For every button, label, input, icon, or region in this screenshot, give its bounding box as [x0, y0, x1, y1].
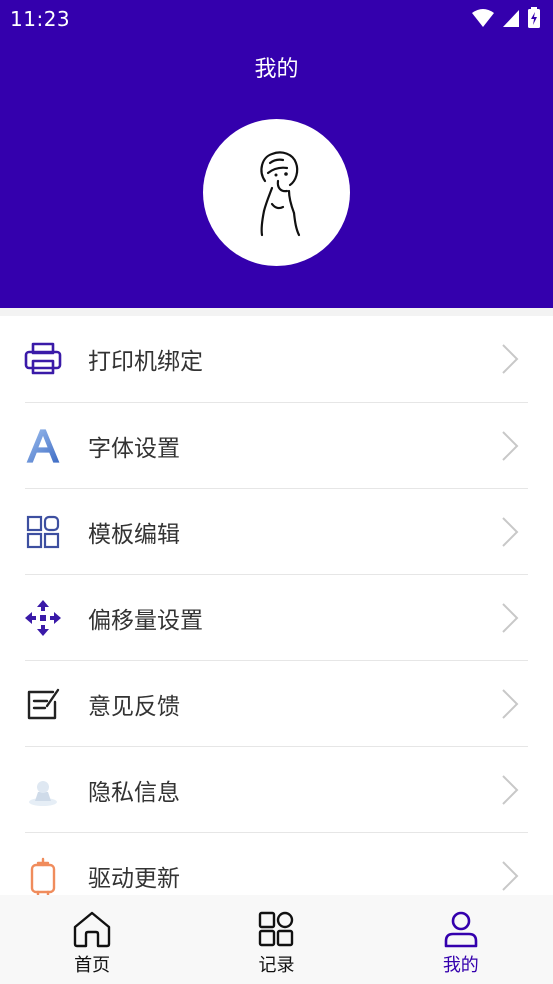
chevron-right-icon	[502, 774, 519, 805]
profile-icon	[441, 909, 481, 949]
signal-icon	[502, 8, 520, 32]
menu-item-feedback[interactable]: 意见反馈	[25, 661, 528, 747]
chevron-right-icon	[502, 861, 519, 891]
privacy-icon	[23, 770, 63, 810]
chevron-right-icon	[502, 602, 519, 633]
chevron-right-icon	[502, 430, 519, 461]
battery-icon	[527, 7, 541, 33]
wifi-icon	[471, 8, 495, 32]
profile-header: 11:23 我的	[0, 0, 553, 308]
printer-icon	[23, 339, 63, 379]
menu-item-label: 字体设置	[88, 435, 180, 462]
menu-item-offset-settings[interactable]: 偏移量设置	[25, 575, 528, 661]
menu-item-template-editing[interactable]: 模板编辑	[25, 489, 528, 575]
avatar-sketch-icon	[242, 141, 312, 245]
nav-label-profile: 我的	[442, 955, 479, 976]
avatar[interactable]	[203, 119, 350, 266]
records-icon	[256, 909, 296, 949]
menu-item-label: 模板编辑	[88, 521, 180, 548]
grid-icon	[23, 512, 63, 552]
nav-label-records: 记录	[258, 955, 295, 976]
chevron-right-icon	[502, 688, 519, 719]
profile-screen: 11:23 我的 打印机绑定 字体设置 模板编辑 偏移量设置 意见反馈 隐私信息…	[0, 0, 553, 984]
font-icon	[23, 426, 63, 466]
menu-item-label: 打印机绑定	[88, 349, 203, 375]
chevron-right-icon	[502, 516, 519, 547]
nav-tab-records[interactable]: 记录	[184, 895, 368, 984]
menu-item-label: 驱动更新	[88, 866, 180, 892]
nav-label-home: 首页	[74, 955, 111, 976]
chevron-right-icon	[502, 344, 519, 374]
settings-menu: 打印机绑定 字体设置 模板编辑 偏移量设置 意见反馈 隐私信息 驱动更新	[0, 316, 553, 919]
status-time: 11:23	[10, 7, 71, 31]
page-title: 我的	[254, 57, 299, 82]
menu-item-label: 偏移量设置	[88, 607, 203, 634]
header-divider	[0, 308, 553, 316]
nav-tab-home[interactable]: 首页	[0, 895, 184, 984]
feedback-icon	[23, 684, 63, 724]
status-icons	[471, 7, 541, 33]
nav-tab-profile[interactable]: 我的	[369, 895, 553, 984]
status-bar: 11:23	[0, 0, 553, 38]
menu-item-printer-binding[interactable]: 打印机绑定	[23, 316, 528, 403]
menu-item-privacy-info[interactable]: 隐私信息	[25, 747, 528, 833]
driver-update-icon	[23, 856, 63, 896]
menu-item-label: 意见反馈	[88, 693, 180, 720]
offset-arrows-icon	[23, 598, 63, 638]
menu-item-label: 隐私信息	[88, 779, 180, 806]
bottom-navigation: 首页 记录 我的	[0, 895, 553, 984]
menu-item-font-settings[interactable]: 字体设置	[25, 403, 528, 489]
home-icon	[72, 909, 112, 949]
